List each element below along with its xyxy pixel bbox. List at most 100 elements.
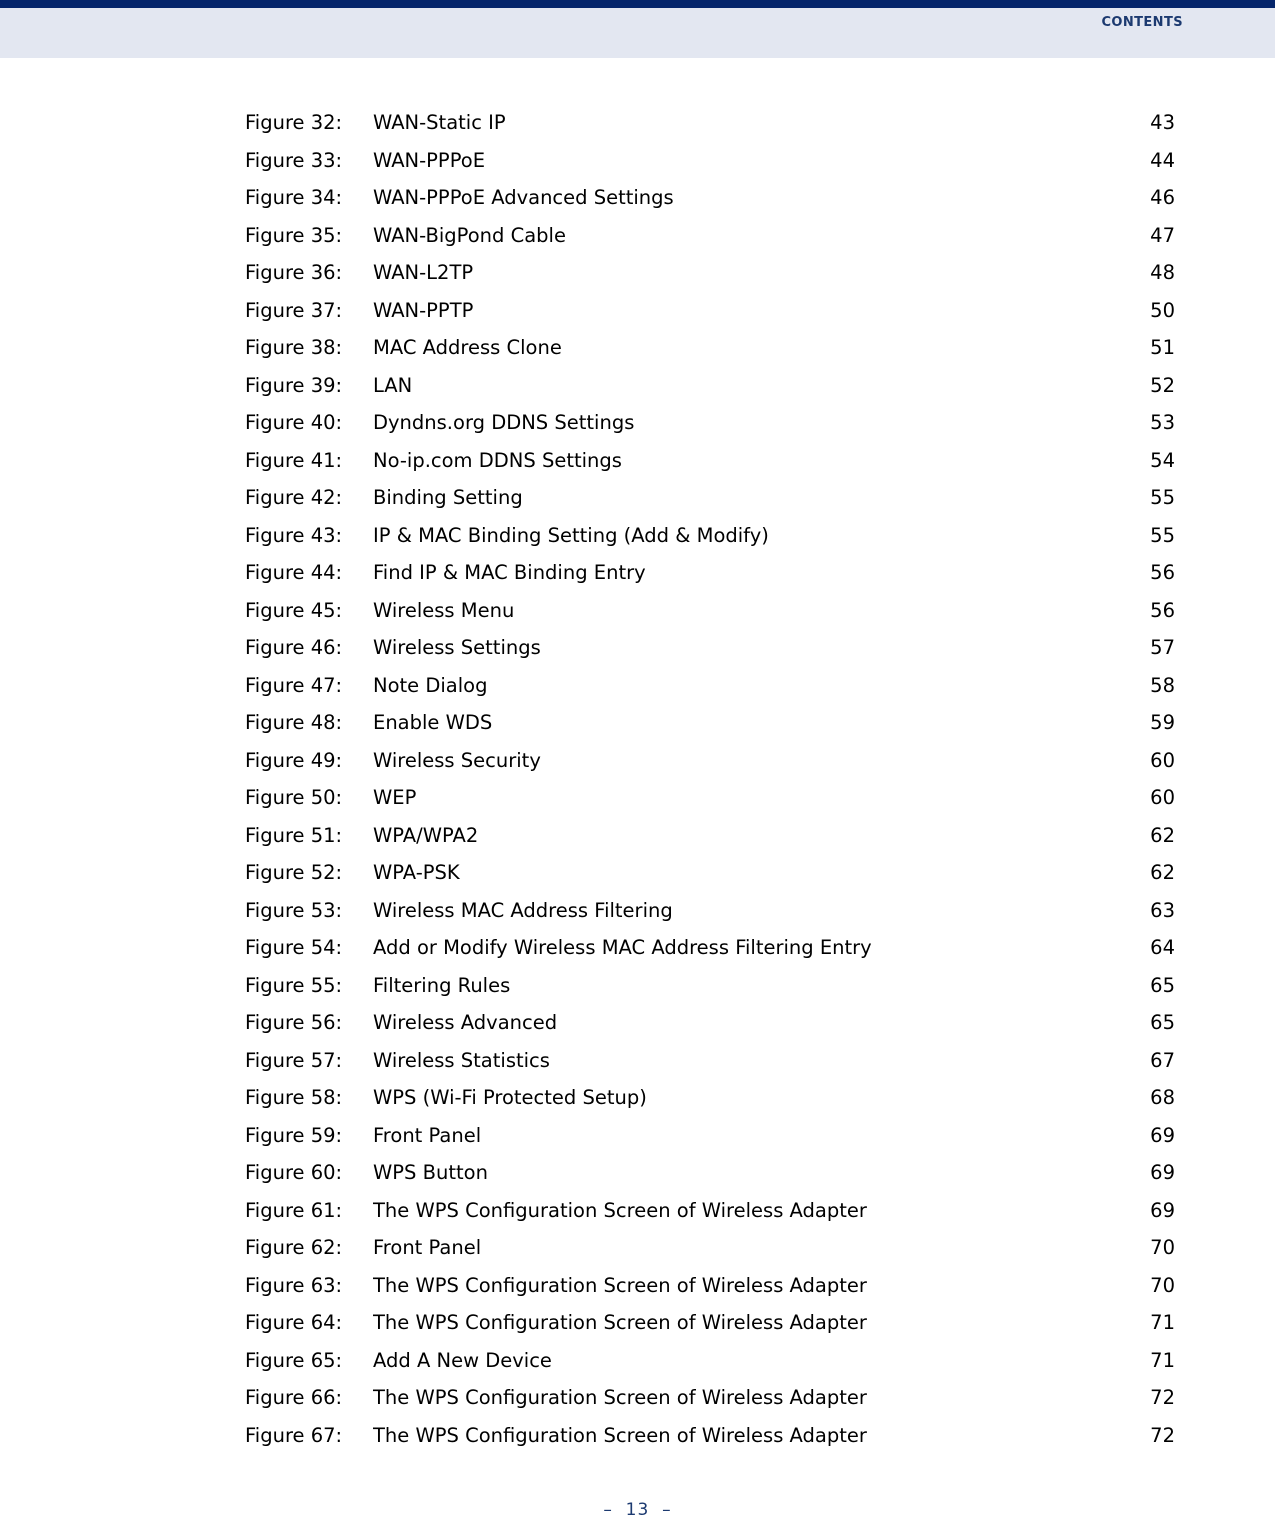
toc-entry-title: Wireless Advanced: [373, 1011, 558, 1034]
toc-entry-label: Figure 63:: [245, 1273, 343, 1297]
toc-entry-row[interactable]: Figure 46: Wireless Settings 57: [245, 629, 1175, 667]
toc-entry-title: Note Dialog: [373, 673, 488, 697]
toc-entry-row[interactable]: Figure 33: WAN-PPPoE 44: [245, 142, 1175, 180]
toc-entry-row[interactable]: Figure 64: The WPS Configuration Screen o…: [245, 1304, 1175, 1342]
toc-entry-row[interactable]: Figure 54: Add or Modify Wireless MAC Add…: [245, 929, 1175, 967]
toc-entry-page-number: 71: [1150, 1311, 1175, 1334]
toc-entry-row[interactable]: Figure 41: No-ip.com DDNS Settings 54: [245, 442, 1175, 480]
toc-entry-row[interactable]: Figure 39: LAN 52: [245, 367, 1175, 405]
page-number-footer: – 13 –: [603, 1500, 672, 1520]
toc-entry-row[interactable]: Figure 36: WAN-L2TP 48: [245, 254, 1175, 292]
toc-entry-row[interactable]: Figure 60: WPS Button 69: [245, 1154, 1175, 1192]
toc-entry-label: Figure 44:: [245, 561, 343, 584]
toc-entry-label: Figure 58:: [245, 1086, 343, 1109]
toc-entry-page-number: 48: [1150, 261, 1175, 284]
toc-entry-page-number: 64: [1150, 936, 1175, 959]
toc-entry-page-number: 60: [1150, 748, 1175, 772]
toc-entry-label: Figure 48:: [245, 711, 343, 734]
toc-entry-row[interactable]: Figure 50: WEP 60: [245, 779, 1175, 817]
toc-entry-label: Figure 65:: [245, 1348, 343, 1372]
toc-entry-row[interactable]: Figure 37: WAN-PPTP 50: [245, 292, 1175, 330]
toc-entry-title: WPS Button: [373, 1161, 488, 1184]
toc-entry-row[interactable]: Figure 62: Front Panel 70: [245, 1229, 1175, 1267]
toc-entry-label: Figure 52:: [245, 861, 343, 884]
toc-entry-page-number: 67: [1150, 1048, 1175, 1072]
toc-entry-page-number: 62: [1150, 823, 1175, 847]
toc-entry-label: Figure 46:: [245, 636, 343, 659]
toc-entry-label: Figure 43:: [245, 523, 343, 547]
toc-entry-label: Figure 49:: [245, 748, 343, 772]
toc-entry-page-number: 60: [1150, 786, 1175, 809]
toc-entry-title: Front Panel: [373, 1236, 482, 1259]
toc-entry-label: Figure 50:: [245, 786, 343, 809]
toc-entry-label: Figure 51:: [245, 823, 343, 847]
toc-entry-label: Figure 57:: [245, 1048, 343, 1072]
toc-entry-row[interactable]: Figure 40: Dyndns.org DDNS Settings 53: [245, 404, 1175, 442]
toc-entry-page-number: 72: [1150, 1423, 1175, 1447]
toc-entry-label: Figure 67:: [245, 1423, 343, 1447]
toc-entry-row[interactable]: Figure 66: The WPS Configuration Screen o…: [245, 1379, 1175, 1417]
toc-entry-title: LAN: [373, 373, 413, 397]
toc-entry-label: Figure 62:: [245, 1236, 343, 1259]
toc-entry-page-number: 71: [1150, 1348, 1175, 1372]
toc-entry-row[interactable]: Figure 58: WPS (Wi-Fi Protected Setup) 68: [245, 1079, 1175, 1117]
toc-entry-row[interactable]: Figure 55: Filtering Rules 65: [245, 967, 1175, 1005]
toc-entry-label: Figure 64:: [245, 1311, 343, 1334]
toc-entry-row[interactable]: Figure 42: Binding Setting 55: [245, 479, 1175, 517]
toc-entry-page-number: 43: [1150, 111, 1175, 134]
toc-entry-page-number: 69: [1150, 1161, 1175, 1184]
toc-entry-row[interactable]: Figure 56: Wireless Advanced 65: [245, 1004, 1175, 1042]
toc-entry-title: The WPS Configuration Screen of Wireless…: [373, 1423, 867, 1447]
toc-entry-label: Figure 53:: [245, 898, 343, 922]
toc-entry-row[interactable]: Figure 34: WAN-PPPoE Advanced Settings 46: [245, 179, 1175, 217]
toc-entry-row[interactable]: Figure 45: Wireless Menu 56: [245, 592, 1175, 630]
toc-entry-row[interactable]: Figure 59: Front Panel 69: [245, 1117, 1175, 1155]
toc-entry-page-number: 52: [1150, 373, 1175, 397]
toc-entry-row[interactable]: Figure 63: The WPS Configuration Screen o…: [245, 1267, 1175, 1305]
toc-entry-label: Figure 60:: [245, 1161, 343, 1184]
toc-entry-row[interactable]: Figure 35: WAN-BigPond Cable 47: [245, 217, 1175, 255]
toc-entry-page-number: 56: [1150, 561, 1175, 584]
toc-entry-label: Figure 56:: [245, 1011, 343, 1034]
toc-entry-title: Dyndns.org DDNS Settings: [373, 411, 635, 434]
toc-entry-title: Enable WDS: [373, 711, 493, 734]
toc-entry-page-number: 51: [1150, 336, 1175, 359]
toc-entry-title: WPA/WPA2: [373, 823, 479, 847]
header-top-rule: [0, 0, 1275, 8]
toc-entry-label: Figure 40:: [245, 411, 343, 434]
toc-entry-row[interactable]: Figure 48: Enable WDS 59: [245, 704, 1175, 742]
toc-entry-title: IP & MAC Binding Setting (Add & Modify): [373, 523, 769, 547]
toc-entry-title: Front Panel: [373, 1123, 482, 1147]
toc-entry-row[interactable]: Figure 52: WPA-PSK 62: [245, 854, 1175, 892]
toc-entry-row[interactable]: Figure 53: Wireless MAC Address Filtering…: [245, 892, 1175, 930]
toc-entry-title: WAN-PPPoE Advanced Settings: [373, 186, 674, 209]
toc-entry-label: Figure 36:: [245, 261, 343, 284]
toc-entry-page-number: 70: [1150, 1236, 1175, 1259]
toc-entry-label: Figure 45:: [245, 598, 343, 622]
toc-entry-page-number: 69: [1150, 1198, 1175, 1222]
toc-entry-row[interactable]: Figure 32: WAN-Static IP 43: [245, 104, 1175, 142]
toc-entry-title: WAN-Static IP: [373, 111, 506, 134]
toc-entry-row[interactable]: Figure 65: Add A New Device 71: [245, 1342, 1175, 1380]
toc-entry-page-number: 58: [1150, 673, 1175, 697]
toc-entry-row[interactable]: Figure 67: The WPS Configuration Screen o…: [245, 1417, 1175, 1455]
toc-entry-row[interactable]: Figure 38: MAC Address Clone 51: [245, 329, 1175, 367]
toc-entry-title: Wireless Settings: [373, 636, 541, 659]
toc-entry-row[interactable]: Figure 51: WPA/WPA2 62: [245, 817, 1175, 855]
toc-entry-label: Figure 41:: [245, 448, 343, 472]
toc-entry-label: Figure 37:: [245, 298, 343, 322]
header-band: [0, 8, 1275, 58]
toc-entry-row[interactable]: Figure 47: Note Dialog 58: [245, 667, 1175, 705]
toc-entry-page-number: 46: [1150, 186, 1175, 209]
toc-entry-row[interactable]: Figure 61: The WPS Configuration Screen o…: [245, 1192, 1175, 1230]
toc-entry-label: Figure 35:: [245, 223, 343, 247]
toc-entry-page-number: 70: [1150, 1273, 1175, 1297]
toc-entry-page-number: 65: [1150, 1011, 1175, 1034]
toc-entry-page-number: 55: [1150, 523, 1175, 547]
toc-entry-row[interactable]: Figure 44: Find IP & MAC Binding Entry 56: [245, 554, 1175, 592]
toc-entry-label: Figure 32:: [245, 111, 343, 134]
toc-entry-page-number: 69: [1150, 1123, 1175, 1147]
toc-entry-row[interactable]: Figure 43: IP & MAC Binding Setting (Add …: [245, 517, 1175, 555]
toc-entry-row[interactable]: Figure 49: Wireless Security 60: [245, 742, 1175, 780]
toc-entry-row[interactable]: Figure 57: Wireless Statistics 67: [245, 1042, 1175, 1080]
